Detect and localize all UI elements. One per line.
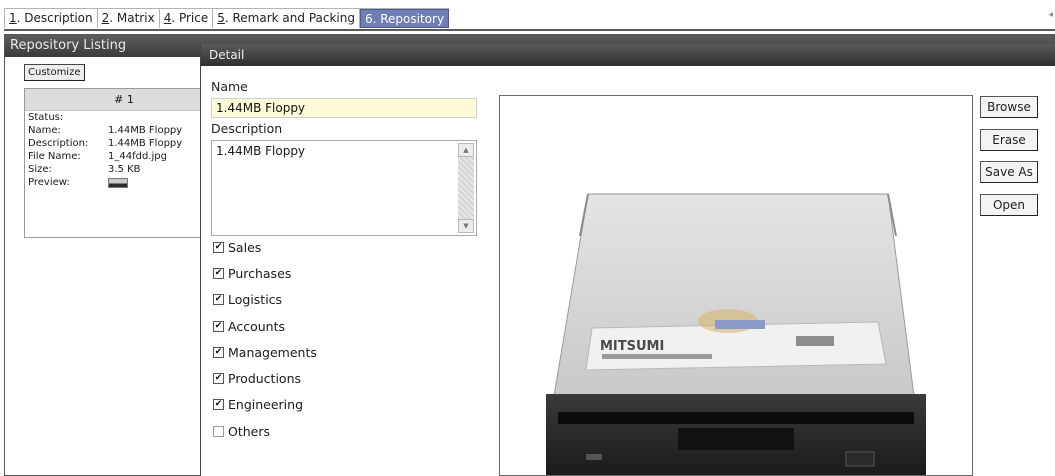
checkbox-unchecked-icon[interactable] — [213, 425, 224, 437]
record-label: Status: — [28, 112, 64, 123]
detail-panel: Detail Name Description 1.44MB Floppy ▲ … — [200, 44, 1055, 476]
checkbox-sales[interactable]: ✔ Sales — [213, 234, 317, 260]
tab-bar: 1. Description 2. Matrix 4. Price 5. Rem… — [0, 0, 1055, 31]
checkbox-purchases[interactable]: ✔ Purchases — [213, 260, 317, 286]
tab-matrix[interactable]: 2. Matrix — [98, 9, 160, 28]
checkbox-managements[interactable]: ✔ Managements — [213, 339, 317, 365]
tab-scroll-left-icon[interactable]: ◂ — [1048, 10, 1053, 20]
floppy-drive-thumbnail-icon — [108, 178, 128, 188]
record-value: 3.5 KB — [108, 164, 141, 175]
name-input[interactable] — [211, 98, 477, 118]
record-label: Description: — [28, 138, 89, 149]
record-label: File Name: — [28, 151, 81, 162]
erase-button[interactable]: Erase — [980, 129, 1038, 151]
record-row-size: Size: 3.5 KB — [25, 163, 223, 176]
tab-label: . Remark and Packing — [224, 11, 355, 25]
checkbox-engineering[interactable]: ✔ Engineering — [213, 392, 317, 418]
checkbox-checked-icon[interactable]: ✔ — [213, 267, 224, 279]
checkbox-label: Sales — [228, 239, 262, 255]
checkbox-label: Accounts — [228, 318, 285, 334]
tab-label: . Price — [171, 11, 209, 25]
preview-brand-text: MITSUMI — [600, 339, 664, 354]
checkbox-checked-icon[interactable]: ✔ — [213, 320, 224, 332]
scroll-up-icon[interactable]: ▲ — [458, 143, 474, 157]
checkbox-label: Purchases — [228, 265, 292, 281]
record-label: Size: — [28, 164, 52, 175]
tab-label: . Description — [16, 11, 93, 25]
tab-price[interactable]: 4. Price — [160, 9, 214, 28]
record-card[interactable]: # 1 Status: Name: 1.44MB Floppy Descript… — [24, 88, 224, 238]
record-row-file-name: File Name: 1_44fdd.jpg — [25, 150, 223, 163]
checkbox-checked-icon[interactable]: ✔ — [213, 294, 224, 306]
description-textarea[interactable]: 1.44MB Floppy ▲ ▼ — [211, 140, 477, 236]
tab-strip: 1. Description 2. Matrix 4. Price 5. Rem… — [4, 8, 450, 28]
checkbox-checked-icon[interactable]: ✔ — [213, 346, 224, 358]
save-as-button[interactable]: Save As — [980, 161, 1038, 183]
description-label: Description — [211, 121, 283, 136]
image-preview-frame: MITSUMI — [499, 95, 973, 476]
description-scrollbar[interactable]: ▲ ▼ — [458, 143, 474, 233]
record-row-preview: Preview: — [25, 176, 223, 189]
open-button[interactable]: Open — [980, 194, 1038, 216]
checkbox-label: Managements — [228, 344, 317, 360]
record-label: Preview: — [28, 177, 70, 188]
checkbox-label: Logistics — [228, 292, 283, 308]
checkbox-others[interactable]: Others — [213, 418, 317, 444]
scroll-down-icon[interactable]: ▼ — [458, 219, 474, 233]
tab-description[interactable]: 1. Description — [4, 9, 98, 28]
tab-hotkey: 5 — [217, 11, 225, 25]
tab-repository[interactable]: 6. Repository — [359, 9, 450, 28]
tab-hotkey: 1 — [9, 11, 17, 25]
customize-button[interactable]: Customize — [24, 64, 85, 81]
department-checklist: ✔ Sales ✔ Purchases ✔ Logistics ✔ Accounts ✔… — [213, 234, 317, 444]
record-row-description: Description: 1.44MB Floppy — [25, 137, 223, 150]
tab-label: . Matrix — [109, 11, 155, 25]
checkbox-label: Productions — [228, 371, 302, 387]
checkbox-logistics[interactable]: ✔ Logistics — [213, 287, 317, 313]
checkbox-label: Others — [228, 423, 271, 439]
tab-label: 6. Repository — [364, 12, 445, 26]
record-header: # 1 — [25, 89, 223, 111]
record-value: 1.44MB Floppy — [108, 138, 183, 149]
record-value: 1_44fdd.jpg — [108, 151, 167, 162]
checkbox-productions[interactable]: ✔ Productions — [213, 365, 317, 391]
record-row-name: Name: 1.44MB Floppy — [25, 124, 223, 137]
checkbox-checked-icon[interactable]: ✔ — [213, 373, 224, 385]
name-label: Name — [211, 79, 248, 94]
record-label: Name: — [28, 125, 61, 136]
floppy-drive-image: MITSUMI — [546, 193, 926, 475]
checkbox-checked-icon[interactable]: ✔ — [213, 241, 224, 253]
description-text: 1.44MB Floppy — [216, 144, 306, 158]
record-value: 1.44MB Floppy — [108, 125, 183, 136]
detail-title: Detail — [201, 44, 1055, 66]
tab-divider — [4, 29, 1055, 31]
record-row-status: Status: — [25, 111, 223, 124]
checkbox-label: Engineering — [228, 397, 303, 413]
checkbox-checked-icon[interactable]: ✔ — [213, 399, 224, 411]
browse-button[interactable]: Browse — [980, 96, 1038, 118]
tab-remark-and-packing[interactable]: 5. Remark and Packing — [213, 9, 360, 28]
checkbox-accounts[interactable]: ✔ Accounts — [213, 313, 317, 339]
